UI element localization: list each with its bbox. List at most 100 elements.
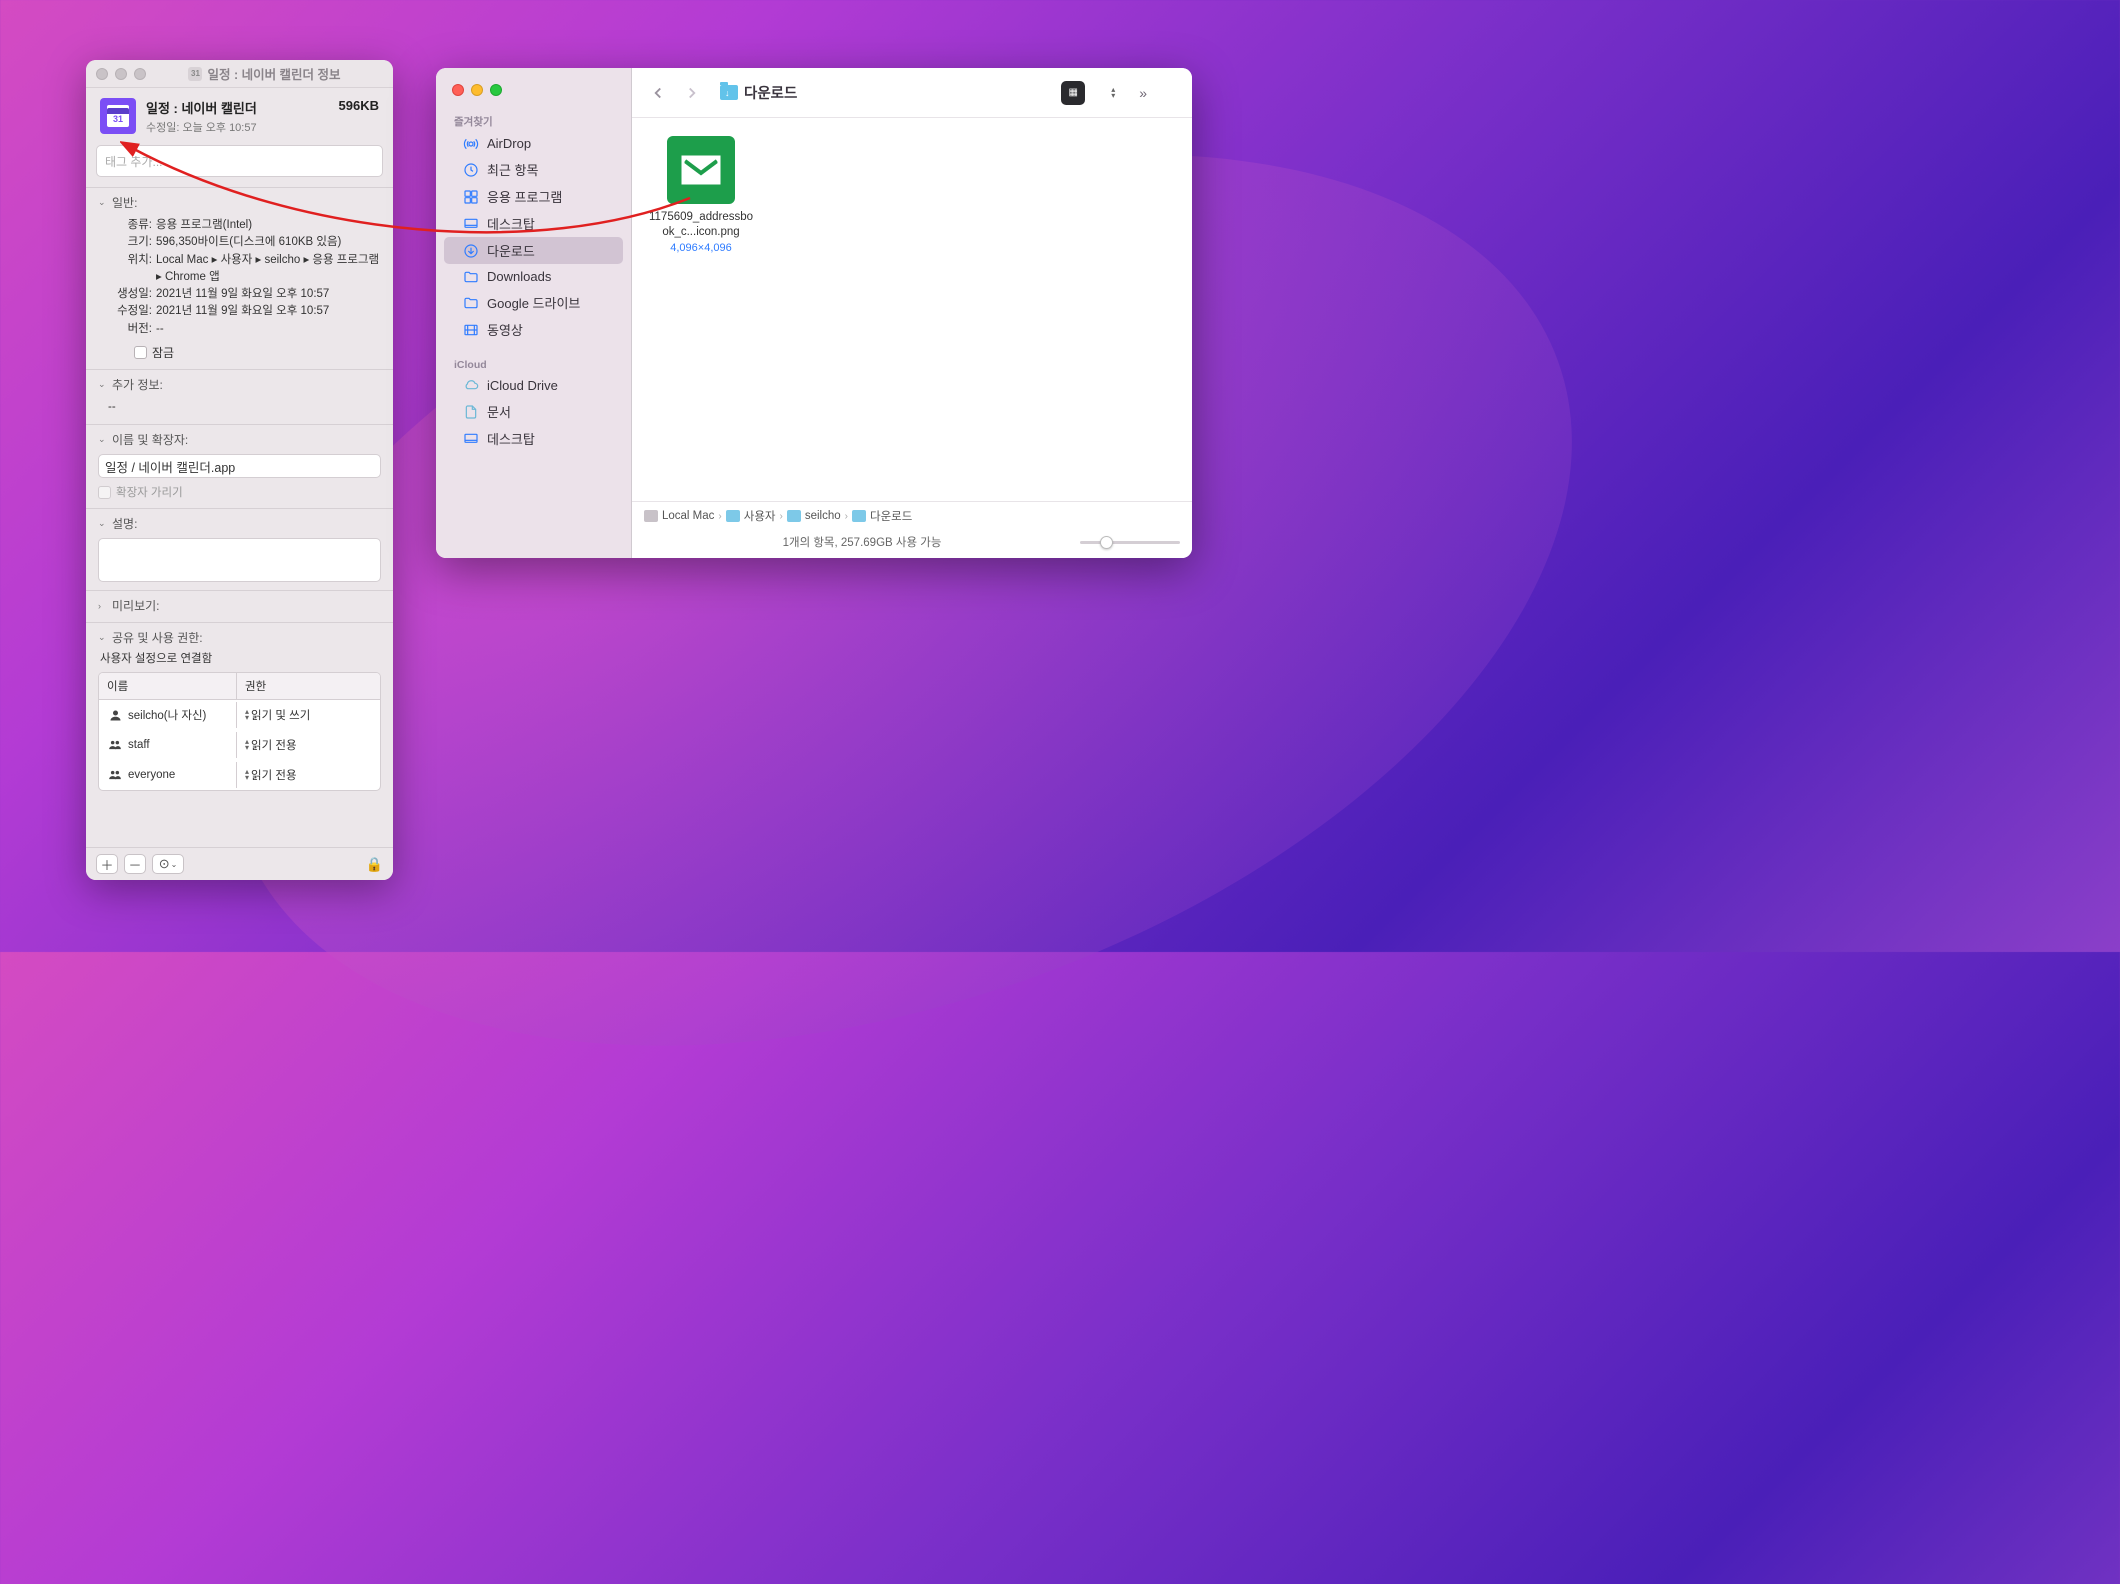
sidebar-item-label: iCloud Drive (487, 378, 558, 393)
zoom-button[interactable] (134, 68, 146, 80)
minimize-button[interactable] (471, 84, 483, 96)
close-button[interactable] (452, 84, 464, 96)
zoom-slider[interactable] (1080, 541, 1180, 544)
comments-input[interactable] (98, 538, 381, 582)
sidebar-item-label: 데스크탑 (487, 429, 535, 448)
app-shortcut-button[interactable]: ▦ (1054, 77, 1092, 109)
locked-label: 잠금 (152, 344, 174, 361)
locked-checkbox[interactable] (134, 346, 147, 359)
finder-content[interactable]: 1175609_addressbook_c...icon.png 4,096×4… (632, 118, 1192, 501)
path-segment[interactable]: Local Mac (644, 510, 714, 522)
permission-select[interactable]: ▴▾읽기 전용 (245, 737, 372, 753)
hide-extension-label: 확장자 가리기 (116, 484, 183, 500)
status-bar: 1개의 항목, 257.69GB 사용 가능 (632, 530, 1192, 558)
section-nameext-header[interactable]: ⌄ 이름 및 확장자: (98, 431, 381, 448)
permissions-table: 이름 권한 seilcho(나 자신)▴▾읽기 및 쓰기 staff ▴▾읽기 전용… (98, 672, 381, 791)
general-version: -- (156, 321, 381, 338)
add-button[interactable]: ＋ (96, 854, 118, 874)
ellipsis-circle-icon: ⊙ (159, 856, 170, 872)
folder-icon (787, 510, 801, 522)
permission-row[interactable]: seilcho(나 자신)▴▾읽기 및 쓰기 (99, 700, 380, 730)
sidebar-item-cloud[interactable]: iCloud Drive (444, 373, 623, 398)
folder-icon (462, 268, 479, 285)
sharing-note: 사용자 설정으로 연결함 (100, 650, 381, 666)
group-icon (107, 767, 123, 783)
filename-input[interactable] (98, 454, 381, 478)
sidebar-item-doc[interactable]: 문서 (444, 398, 623, 425)
perm-header-priv[interactable]: 권한 (237, 673, 380, 699)
chevron-left-icon (649, 84, 667, 102)
close-button[interactable] (96, 68, 108, 80)
section-more-header[interactable]: ⌄ 추가 정보: (98, 376, 381, 393)
permission-select[interactable]: ▴▾읽기 전용 (245, 767, 372, 783)
sidebar-item-apps[interactable]: 응용 프로그램 (444, 183, 623, 210)
chevron-down-icon: ⌄ (98, 632, 108, 643)
perm-header-name[interactable]: 이름 (99, 673, 237, 699)
sidebar-item-airdrop[interactable]: AirDrop (444, 131, 623, 156)
chevron-updown-icon: ▴▾ (1111, 87, 1115, 98)
back-button[interactable] (646, 81, 670, 105)
cloud-icon (462, 377, 479, 394)
chevron-down-icon: ⌄ (171, 860, 178, 869)
path-bar[interactable]: Local Mac›사용자›seilcho›다운로드 (632, 501, 1192, 530)
path-segment[interactable]: 사용자 (726, 508, 776, 524)
file-name: 1175609_addressbook_c...icon.png (646, 210, 756, 240)
doc-icon (462, 403, 479, 420)
action-menu-button[interactable]: ⊙⌄ (152, 854, 184, 874)
sidebar-item-label: 문서 (487, 402, 511, 421)
airdrop-icon (462, 135, 479, 152)
file-dimensions: 4,096×4,096 (646, 242, 756, 254)
general-size: 596,350바이트(디스크에 610KB 있음) (156, 234, 381, 251)
chevron-down-icon: ⌄ (98, 518, 108, 529)
tags-input[interactable]: 태그 추가... (96, 145, 383, 177)
zoom-button[interactable] (490, 84, 502, 96)
app-modified: 수정일: 오늘 오후 10:57 (146, 119, 339, 135)
sidebar-item-label: 최근 항목 (487, 160, 538, 179)
location-title[interactable]: ↓ 다운로드 (720, 82, 797, 103)
sidebar-item-desktop[interactable]: 데스크탑 (444, 425, 623, 452)
minimize-button[interactable] (115, 68, 127, 80)
sidebar-item-movie[interactable]: 동영상 (444, 316, 623, 343)
sidebar-item-label: 동영상 (487, 320, 523, 339)
section-general-header[interactable]: ⌄ 일반: (98, 194, 381, 211)
permission-row[interactable]: everyone▴▾읽기 전용 (99, 760, 380, 790)
permission-row[interactable]: staff ▴▾읽기 전용 (99, 730, 380, 760)
sidebar-item-folder[interactable]: Downloads (444, 264, 623, 289)
info-titlebar[interactable]: 31 일정 : 네이버 캘린더 정보 (86, 60, 393, 88)
app-name: 일정 : 네이버 캘린더 (146, 98, 339, 117)
forward-button[interactable] (680, 81, 704, 105)
folder-icon (726, 510, 740, 522)
sidebar-item-label: 다운로드 (487, 241, 535, 260)
apps-icon (462, 188, 479, 205)
more-button[interactable]: » (1132, 81, 1154, 105)
section-comments-header[interactable]: ⌄ 설명: (98, 515, 381, 532)
calendar-mini-icon: 31 (188, 67, 202, 81)
person-icon (107, 707, 123, 723)
hide-extension-checkbox[interactable] (98, 486, 111, 499)
path-segment[interactable]: seilcho (787, 510, 841, 522)
path-segment[interactable]: 다운로드 (852, 508, 912, 524)
info-window-title: 일정 : 네이버 캘린더 정보 (207, 64, 340, 83)
finder-toolbar: ↓ 다운로드 ▦ ▴▾ » (632, 68, 1192, 118)
sidebar-item-label: 응용 프로그램 (487, 187, 562, 206)
lock-icon[interactable]: 🔒 (366, 856, 383, 873)
remove-button[interactable]: － (124, 854, 146, 874)
calendar-icon: 31 (107, 105, 129, 127)
permission-select[interactable]: ▴▾읽기 및 쓰기 (245, 707, 372, 723)
sidebar-item-download[interactable]: 다운로드 (444, 237, 623, 264)
sidebar-item-folder[interactable]: Google 드라이브 (444, 289, 623, 316)
section-preview-header[interactable]: › 미리보기: (98, 597, 381, 614)
download-icon (462, 242, 479, 259)
app-icon-well[interactable]: 31 (100, 98, 136, 134)
sidebar-item-desktop[interactable]: 데스크탑 (444, 210, 623, 237)
sidebar-item-clock[interactable]: 최근 항목 (444, 156, 623, 183)
section-sharing-header[interactable]: ⌄ 공유 및 사용 권한: (98, 629, 381, 646)
view-mode-button[interactable]: ▴▾ (1102, 83, 1122, 102)
chevron-double-right-icon: » (1139, 85, 1147, 101)
sidebar-item-label: Google 드라이브 (487, 293, 580, 312)
calculator-icon: ▦ (1061, 81, 1085, 105)
permission-user: staff (128, 739, 150, 751)
downloads-folder-icon: ↓ (720, 85, 738, 100)
file-item[interactable]: 1175609_addressbook_c...icon.png 4,096×4… (646, 136, 756, 254)
search-button[interactable] (1164, 89, 1178, 97)
